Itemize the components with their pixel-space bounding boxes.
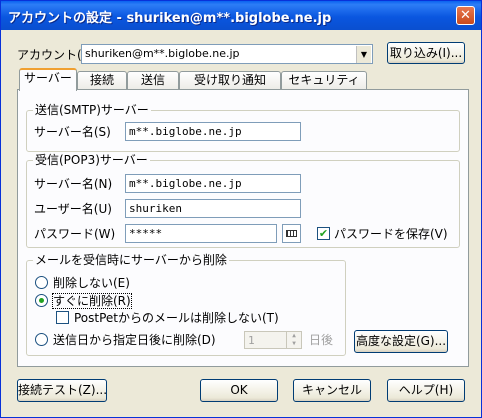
chevron-down-icon[interactable]: ▼	[356, 46, 371, 63]
password-label: パスワード(W)	[34, 227, 116, 241]
account-settings-dialog: アカウントの設定 - shuriken@m**.biglobe.ne.jp ✕ …	[0, 0, 482, 418]
radio-delete-after-days[interactable]	[35, 333, 48, 346]
days-unit-label: 日後	[309, 333, 334, 347]
radio-delete-immediately[interactable]	[35, 294, 48, 307]
tab-server[interactable]: サーバー	[19, 68, 77, 91]
days-spinner[interactable]: 1 ▲ ▼	[244, 331, 302, 349]
close-button[interactable]: ✕	[456, 6, 475, 25]
cancel-button[interactable]: キャンセル	[293, 379, 371, 402]
account-select[interactable]: shuriken@m**.biglobe.ne.jp ▼	[81, 44, 373, 64]
title-bar[interactable]: アカウントの設定 - shuriken@m**.biglobe.ne.jp ✕	[1, 1, 481, 30]
tab-send[interactable]: 送信	[127, 71, 179, 90]
postpet-checkbox[interactable]	[56, 311, 69, 324]
save-password-checkbox[interactable]: ✔	[317, 227, 330, 240]
keyboard-icon[interactable]	[282, 224, 301, 243]
radio-no-delete-label: 削除しない(E)	[53, 276, 130, 290]
password-input[interactable]: *****	[125, 224, 277, 243]
tab-connection[interactable]: 接続	[77, 71, 127, 90]
import-button[interactable]: 取り込み(I)...	[387, 42, 465, 64]
close-icon: ✕	[460, 8, 471, 23]
tab-receipt-notification[interactable]: 受け取り通知	[179, 71, 281, 90]
account-select-value: shuriken@m**.biglobe.ne.jp	[85, 47, 240, 60]
pop3-server-label: サーバー名(N)	[34, 177, 113, 191]
window-title: アカウントの設定 - shuriken@m**.biglobe.ne.jp	[8, 11, 332, 26]
delete-group-title: メールを受信時にサーバーから削除	[33, 253, 229, 267]
smtp-server-label: サーバー名(S)	[34, 125, 111, 139]
connection-test-button[interactable]: 接続テスト(Z)...	[17, 379, 107, 402]
save-password-label: パスワードを保存(V)	[334, 227, 448, 241]
tab-panel-server: 送信(SMTP)サーバー サーバー名(S) m**.biglobe.ne.jp …	[17, 89, 469, 367]
spinner-arrows-icon[interactable]: ▲ ▼	[286, 332, 301, 348]
radio-delete-after-days-label: 送信日から指定日後に削除(D)	[53, 333, 216, 347]
radio-no-delete[interactable]	[35, 276, 48, 289]
pop3-group-title: 受信(POP3)サーバー	[33, 153, 150, 167]
radio-delete-immediately-label: すぐに削除(R)	[52, 293, 132, 309]
smtp-group-title: 送信(SMTP)サーバー	[33, 103, 151, 117]
radio-selected-dot	[39, 298, 44, 303]
postpet-label: PostPetからのメールは削除しない(T)	[74, 311, 279, 325]
tab-security[interactable]: セキュリティ	[281, 71, 367, 90]
smtp-server-input[interactable]: m**.biglobe.ne.jp	[125, 122, 301, 141]
advanced-settings-button[interactable]: 高度な設定(G)...	[354, 330, 448, 353]
username-input[interactable]: shuriken	[125, 199, 301, 218]
pop3-server-input[interactable]: m**.biglobe.ne.jp	[125, 174, 301, 193]
days-value: 1	[248, 334, 255, 347]
help-button[interactable]: ヘルプ(H)	[387, 379, 465, 402]
ok-button[interactable]: OK	[200, 379, 278, 402]
username-label: ユーザー名(U)	[34, 202, 112, 216]
